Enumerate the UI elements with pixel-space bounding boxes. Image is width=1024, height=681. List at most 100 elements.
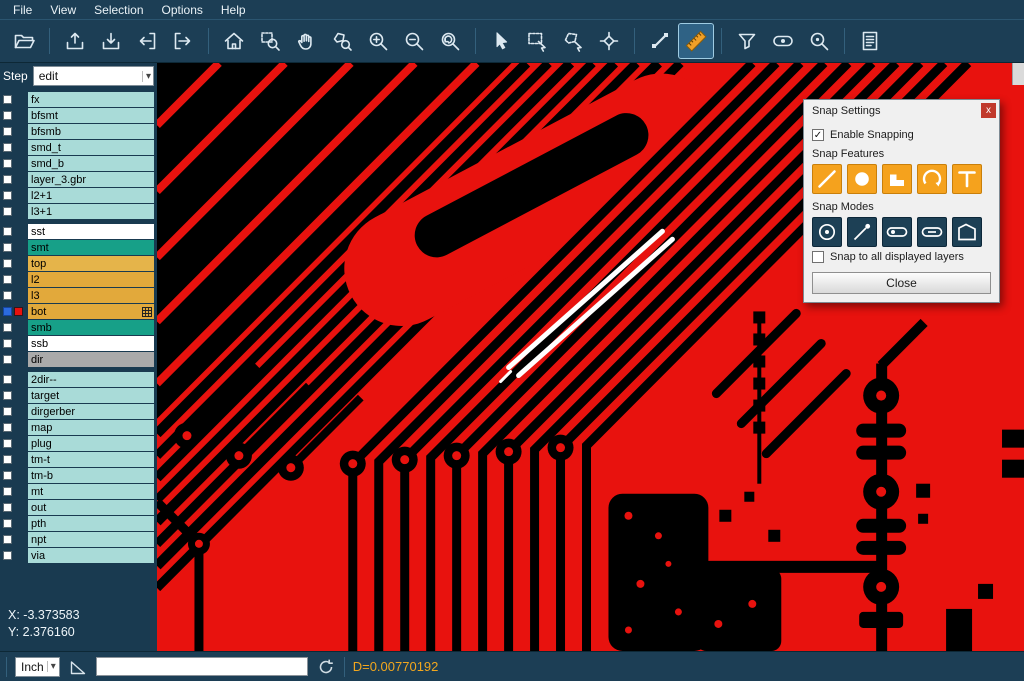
layer-visibility-checkbox[interactable]: [3, 143, 12, 152]
open-file-button[interactable]: [7, 24, 41, 58]
zoom-out-button[interactable]: [397, 24, 431, 58]
enable-snapping-checkbox[interactable]: ✓ Enable Snapping: [812, 129, 991, 141]
layer-row-l3+1[interactable]: l3+1: [0, 204, 157, 219]
snap-center-button[interactable]: [812, 217, 842, 247]
sync-icon[interactable]: [316, 657, 336, 677]
layer-visibility-checkbox[interactable]: [3, 407, 12, 416]
snap-corner-button[interactable]: [882, 164, 912, 194]
layer-name-label[interactable]: smt: [28, 240, 154, 255]
close-icon[interactable]: x: [981, 103, 996, 118]
layer-visibility-checkbox[interactable]: [3, 355, 12, 364]
layer-name-label[interactable]: via: [28, 548, 154, 563]
layer-row-map[interactable]: map: [0, 420, 157, 435]
pcb-canvas[interactable]: Snap Settings x ✓ Enable Snapping Snap F…: [157, 63, 1024, 651]
menu-item-help[interactable]: Help: [212, 2, 255, 18]
layer-name-label[interactable]: tm-t: [28, 452, 154, 467]
layer-name-label[interactable]: dir: [28, 352, 154, 367]
layer-name-label[interactable]: 2dir--: [28, 372, 154, 387]
layer-row-smd_b[interactable]: smd_b: [0, 156, 157, 171]
import-left-button[interactable]: [130, 24, 164, 58]
layer-name-label[interactable]: tm-b: [28, 468, 154, 483]
measure-ruler-button[interactable]: [679, 24, 713, 58]
layer-row-bot[interactable]: bot: [0, 304, 157, 319]
layer-row-layer_3.gbr[interactable]: layer_3.gbr: [0, 172, 157, 187]
select-polygon-button[interactable]: [556, 24, 590, 58]
snap-slot-button[interactable]: [917, 217, 947, 247]
layer-visibility-checkbox[interactable]: [3, 275, 12, 284]
snap-slot-key-button[interactable]: [882, 217, 912, 247]
unit-select[interactable]: Inch ▾: [15, 657, 60, 677]
layer-name-label[interactable]: l3: [28, 288, 154, 303]
import-right-button[interactable]: [166, 24, 200, 58]
step-select[interactable]: edit ▾: [33, 66, 154, 86]
layer-visibility-checkbox[interactable]: [3, 535, 12, 544]
zoom-previous-button[interactable]: [433, 24, 467, 58]
layer-row-l2+1[interactable]: l2+1: [0, 188, 157, 203]
layer-row-via[interactable]: via: [0, 548, 157, 563]
layer-visibility-checkbox[interactable]: [3, 227, 12, 236]
layer-visibility-checkbox[interactable]: [3, 95, 12, 104]
snap-outline-button[interactable]: [952, 217, 982, 247]
scrollbar-stub[interactable]: [1012, 63, 1024, 85]
layer-row-tm-t[interactable]: tm-t: [0, 452, 157, 467]
report-button[interactable]: [853, 24, 887, 58]
snap-point-button[interactable]: [847, 217, 877, 247]
layer-visibility-checkbox[interactable]: [3, 519, 12, 528]
layer-visibility-checkbox[interactable]: [3, 175, 12, 184]
zoom-in-button[interactable]: [361, 24, 395, 58]
layer-row-target[interactable]: target: [0, 388, 157, 403]
layer-name-label[interactable]: bfsmb: [28, 124, 154, 139]
layer-row-top[interactable]: top: [0, 256, 157, 271]
layer-visibility-checkbox[interactable]: [3, 503, 12, 512]
dialog-title-bar[interactable]: Snap Settings x: [804, 100, 999, 121]
layer-row-smb[interactable]: smb: [0, 320, 157, 335]
select-reference-button[interactable]: [592, 24, 626, 58]
layer-visibility-checkbox[interactable]: [3, 455, 12, 464]
layer-name-label[interactable]: ssb: [28, 336, 154, 351]
layer-visibility-checkbox[interactable]: [3, 551, 12, 560]
angle-tool-icon[interactable]: [68, 657, 88, 677]
pointer-button[interactable]: [484, 24, 518, 58]
snap-line-button[interactable]: [812, 164, 842, 194]
layer-row-bfsmb[interactable]: bfsmb: [0, 124, 157, 139]
layer-row-bfsmt[interactable]: bfsmt: [0, 108, 157, 123]
layer-row-out[interactable]: out: [0, 500, 157, 515]
layer-visibility-checkbox[interactable]: [3, 423, 12, 432]
layer-visibility-checkbox[interactable]: [3, 259, 12, 268]
menu-item-view[interactable]: View: [41, 2, 85, 18]
find-button[interactable]: [802, 24, 836, 58]
layer-name-label[interactable]: out: [28, 500, 154, 515]
view-options-button[interactable]: [766, 24, 800, 58]
import-down-button[interactable]: [94, 24, 128, 58]
snap-arc-button[interactable]: [917, 164, 947, 194]
layer-row-dirgerber[interactable]: dirgerber: [0, 404, 157, 419]
select-window-button[interactable]: [520, 24, 554, 58]
layer-name-label[interactable]: l2: [28, 272, 154, 287]
layer-row-l2[interactable]: l2: [0, 272, 157, 287]
checkbox-checked-icon[interactable]: ✓: [812, 129, 824, 141]
layer-visibility-checkbox[interactable]: [3, 487, 12, 496]
line-tool-button[interactable]: [643, 24, 677, 58]
layer-visibility-checkbox[interactable]: [3, 207, 12, 216]
layer-name-label[interactable]: bot: [28, 304, 154, 319]
layer-name-label[interactable]: smb: [28, 320, 154, 335]
layer-name-label[interactable]: top: [28, 256, 154, 271]
snap-pad-button[interactable]: [847, 164, 877, 194]
layer-row-l3[interactable]: l3: [0, 288, 157, 303]
layer-row-sst[interactable]: sst: [0, 224, 157, 239]
layer-row-tm-b[interactable]: tm-b: [0, 468, 157, 483]
layer-name-label[interactable]: npt: [28, 532, 154, 547]
layer-row-npt[interactable]: npt: [0, 532, 157, 547]
layer-name-label[interactable]: sst: [28, 224, 154, 239]
menu-item-selection[interactable]: Selection: [85, 2, 152, 18]
layer-row-2dir--[interactable]: 2dir--: [0, 372, 157, 387]
menu-item-options[interactable]: Options: [153, 2, 212, 18]
layer-visibility-checkbox[interactable]: [3, 339, 12, 348]
command-input[interactable]: [96, 657, 308, 676]
snap-text-button[interactable]: [952, 164, 982, 194]
layer-row-ssb[interactable]: ssb: [0, 336, 157, 351]
layer-visibility-checkbox[interactable]: [3, 111, 12, 120]
layer-visibility-checkbox[interactable]: [3, 243, 12, 252]
layer-name-label[interactable]: mt: [28, 484, 154, 499]
layer-name-label[interactable]: bfsmt: [28, 108, 154, 123]
